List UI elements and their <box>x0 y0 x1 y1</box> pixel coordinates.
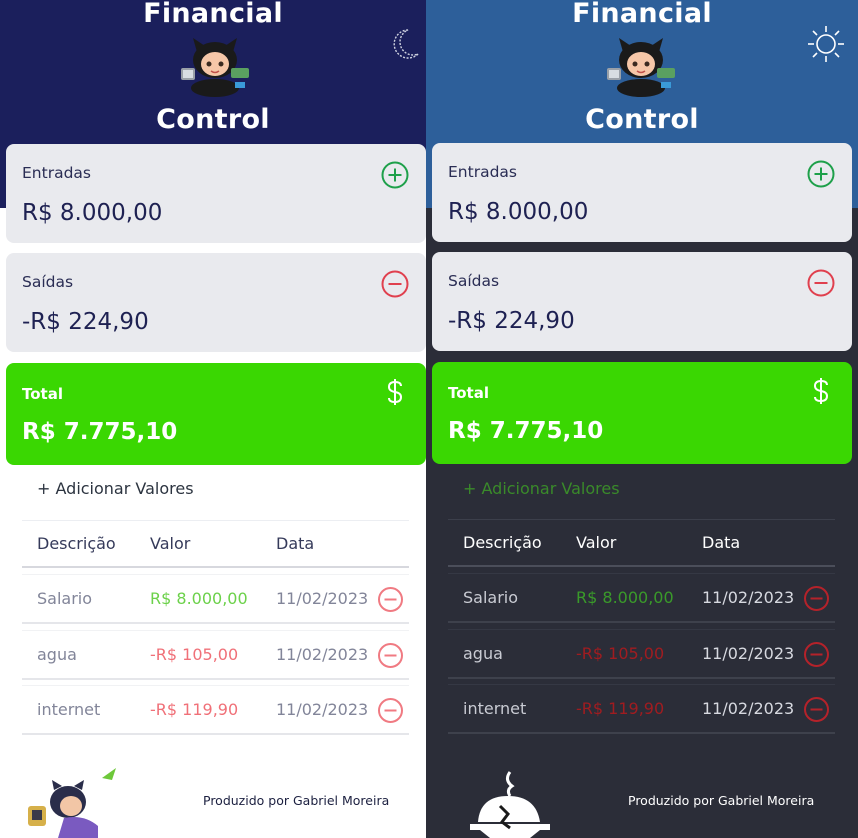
total-label: Total <box>22 385 63 403</box>
dollar-icon <box>813 378 829 404</box>
octocat-footer-illustration <box>28 768 116 838</box>
income-value: R$ 8.000,00 <box>22 200 163 226</box>
table-row: Salario R$ 8.000,00 11/02/2023 <box>448 573 835 623</box>
table-header: Descrição Valor Data <box>448 519 835 567</box>
expense-card: Saídas -R$ 224,90 <box>432 252 852 351</box>
footer-credit: Produzido por Gabriel Moreira <box>203 793 390 808</box>
minus-circle-icon <box>807 269 835 297</box>
header-date: Data <box>702 533 741 552</box>
expense-card: Saídas -R$ 224,90 <box>6 253 426 352</box>
table-header: Descrição Valor Data <box>22 520 409 568</box>
row-date: 11/02/2023 <box>702 644 795 663</box>
row-description: internet <box>463 699 527 718</box>
octocat-mascot-icon <box>181 38 249 97</box>
footer-credit: Produzido por Gabriel Moreira <box>628 793 815 808</box>
row-date: 11/02/2023 <box>276 700 369 719</box>
income-value: R$ 8.000,00 <box>448 199 589 225</box>
total-label: Total <box>448 384 489 402</box>
income-card: Entradas R$ 8.000,00 <box>432 143 852 242</box>
light-theme-panel: Financial Control Entradas R$ 8.000,00 S… <box>0 0 426 838</box>
total-value: R$ 7.775,10 <box>448 418 604 444</box>
row-description: Salario <box>37 589 93 608</box>
total-card: Total R$ 7.775,10 <box>432 362 852 464</box>
add-values-button[interactable]: + Adicionar Valores <box>37 479 194 498</box>
delete-row-icon[interactable] <box>803 641 830 668</box>
plus-circle-icon <box>807 160 835 188</box>
header-description: Descrição <box>463 533 542 552</box>
minus-circle-icon <box>381 270 409 298</box>
delete-row-icon[interactable] <box>803 696 830 723</box>
expense-label: Saídas <box>448 272 500 290</box>
delete-row-icon[interactable] <box>377 586 404 613</box>
table-row: agua -R$ 105,00 11/02/2023 <box>22 630 409 680</box>
sun-icon[interactable] <box>806 24 846 64</box>
income-label: Entradas <box>22 164 91 182</box>
row-value: R$ 8.000,00 <box>576 588 674 607</box>
row-date: 11/02/2023 <box>702 588 795 607</box>
total-value: R$ 7.775,10 <box>22 419 178 445</box>
app-title-line1: Financial <box>143 0 283 29</box>
row-value: R$ 8.000,00 <box>150 589 248 608</box>
app-title-line2: Control <box>585 104 699 135</box>
add-values-button[interactable]: + Adicionar Valores <box>463 479 620 498</box>
header-value: Valor <box>150 534 191 553</box>
row-value: -R$ 105,00 <box>150 645 239 664</box>
income-card: Entradas R$ 8.000,00 <box>6 144 426 243</box>
row-value: -R$ 119,90 <box>150 700 239 719</box>
table-row: Salario R$ 8.000,00 11/02/2023 <box>22 574 409 624</box>
row-value: -R$ 119,90 <box>576 699 665 718</box>
header-description: Descrição <box>37 534 116 553</box>
row-date: 11/02/2023 <box>276 589 369 608</box>
dark-theme-panel: Financial Control Entradas R$ 8.000,00 S… <box>426 0 858 838</box>
delete-row-icon[interactable] <box>803 585 830 612</box>
table-row: internet -R$ 119,90 11/02/2023 <box>448 684 835 734</box>
row-value: -R$ 105,00 <box>576 644 665 663</box>
income-label: Entradas <box>448 163 517 181</box>
header-value: Valor <box>576 533 617 552</box>
app-title-line1: Financial <box>572 0 712 29</box>
expense-value: -R$ 224,90 <box>448 308 575 334</box>
delete-row-icon[interactable] <box>377 642 404 669</box>
row-date: 11/02/2023 <box>276 645 369 664</box>
table-row: agua -R$ 105,00 11/02/2023 <box>448 629 835 679</box>
row-description: agua <box>37 645 77 664</box>
octocat-mascot-icon <box>607 38 675 97</box>
row-description: agua <box>463 644 503 663</box>
row-date: 11/02/2023 <box>702 699 795 718</box>
expense-label: Saídas <box>22 273 74 291</box>
delete-row-icon[interactable] <box>377 697 404 724</box>
app-title-line2: Control <box>156 104 270 135</box>
expense-value: -R$ 224,90 <box>22 309 149 335</box>
octocat-silhouette-illustration <box>470 771 550 838</box>
header-date: Data <box>276 534 315 553</box>
total-card: Total R$ 7.775,10 <box>6 363 426 465</box>
plus-circle-icon <box>381 161 409 189</box>
row-description: internet <box>37 700 101 719</box>
dollar-icon <box>387 379 403 405</box>
row-description: Salario <box>463 588 519 607</box>
moon-icon[interactable] <box>384 24 424 64</box>
table-row: internet -R$ 119,90 11/02/2023 <box>22 685 409 735</box>
